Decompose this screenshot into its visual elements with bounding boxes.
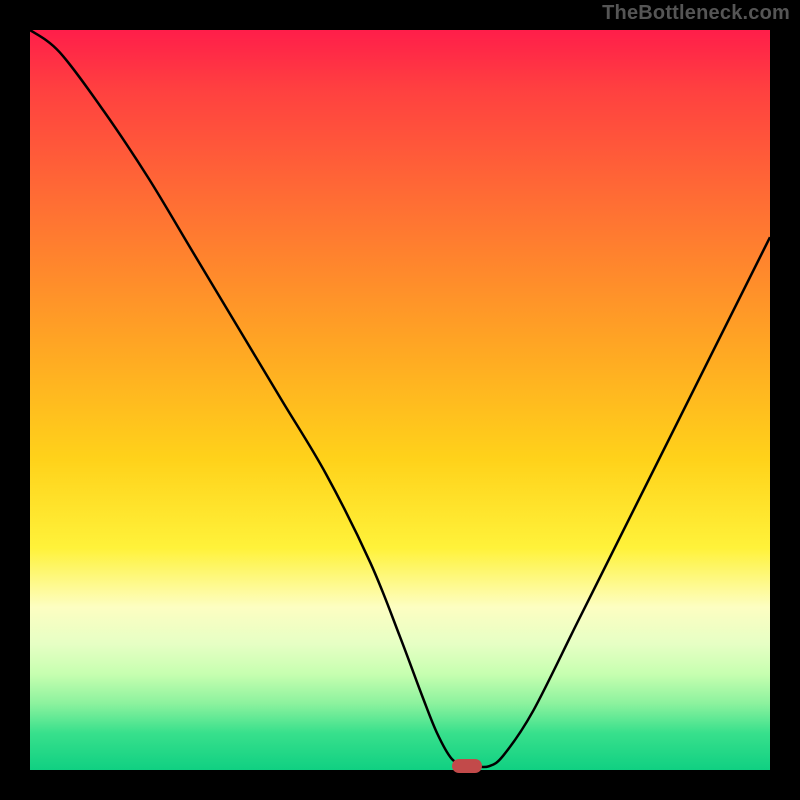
bottleneck-curve bbox=[30, 30, 770, 770]
watermark-text: TheBottleneck.com bbox=[602, 2, 790, 25]
chart-frame: TheBottleneck.com bbox=[0, 0, 800, 800]
optimum-marker bbox=[452, 759, 482, 773]
plot-area bbox=[30, 30, 770, 770]
curve-path bbox=[30, 30, 770, 767]
